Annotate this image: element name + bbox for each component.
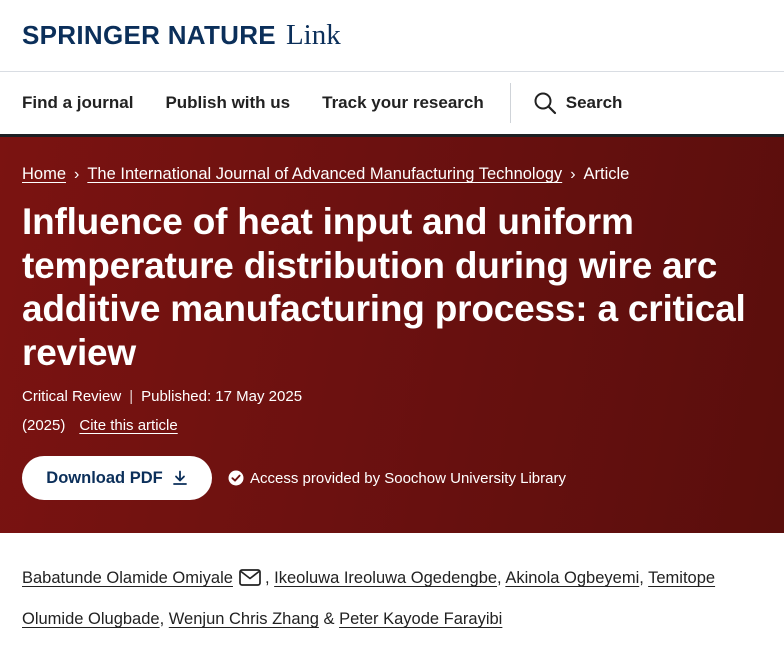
chevron-right-icon: › [570,165,576,183]
author-list: Babatunde Olamide Omiyale, Ikeoluwa Ireo… [0,533,770,638]
breadcrumb-current: Article [583,165,630,183]
download-icon [172,470,187,485]
logo-brand: SPRINGER NATURE [22,20,276,50]
search-icon [534,92,556,115]
article-year: (2025) [22,417,66,434]
breadcrumb-home[interactable]: Home [22,165,66,184]
author-separator: , [497,569,502,587]
author-link[interactable]: Babatunde Olamide Omiyale [22,569,233,587]
access-text: Access provided by Soochow University Li… [250,469,566,487]
access-notice: Access provided by Soochow University Li… [228,470,566,487]
author-separator: , [264,569,270,587]
breadcrumb: Home › The International Journal of Adva… [22,165,762,184]
author-separator: , [159,610,165,628]
chevron-right-icon: › [74,165,80,183]
springer-nature-link-logo[interactable]: SPRINGER NATURE Link [22,19,341,52]
author-link[interactable]: Peter Kayode Farayibi [339,610,502,628]
article-title: Influence of heat input and uniform temp… [22,201,746,373]
download-pdf-button[interactable]: Download PDF [22,456,212,500]
citation-row: (2025) Cite this article [22,417,762,434]
main-nav: Find a journal Publish with us Track you… [0,72,784,137]
author-separator-and: & [323,610,335,628]
logo-suffix: Link [285,19,341,51]
author-link[interactable]: Ikeoluwa Ireoluwa Ogedengbe [274,569,497,587]
author-link[interactable]: Akinola Ogbeyemi [505,569,639,587]
nav-divider [509,83,511,123]
search-button[interactable]: Search [533,91,623,115]
article-hero: Home › The International Journal of Adva… [0,137,784,533]
search-label: Search [565,93,623,112]
checkmark-circle-icon [228,470,244,486]
nav-publish-with-us[interactable]: Publish with us [165,93,290,113]
author-link[interactable]: Wenjun Chris Zhang [169,610,319,628]
article-meta: Critical Review | Published: 17 May 2025 [22,388,762,405]
article-actions: Download PDF Access provided by Soochow … [22,456,762,500]
meta-divider: | [129,388,134,405]
cite-article-link[interactable]: Cite this article [79,417,177,434]
breadcrumb-journal[interactable]: The International Journal of Advanced Ma… [87,165,562,184]
nav-track-research[interactable]: Track your research [322,93,484,113]
email-icon[interactable] [239,562,261,600]
published-date: Published: 17 May 2025 [141,388,303,405]
download-pdf-label: Download PDF [46,468,163,487]
article-type: Critical Review [22,388,122,405]
nav-find-journal[interactable]: Find a journal [22,93,133,113]
site-header: SPRINGER NATURE Link [0,0,784,72]
author-separator: , [639,569,644,587]
